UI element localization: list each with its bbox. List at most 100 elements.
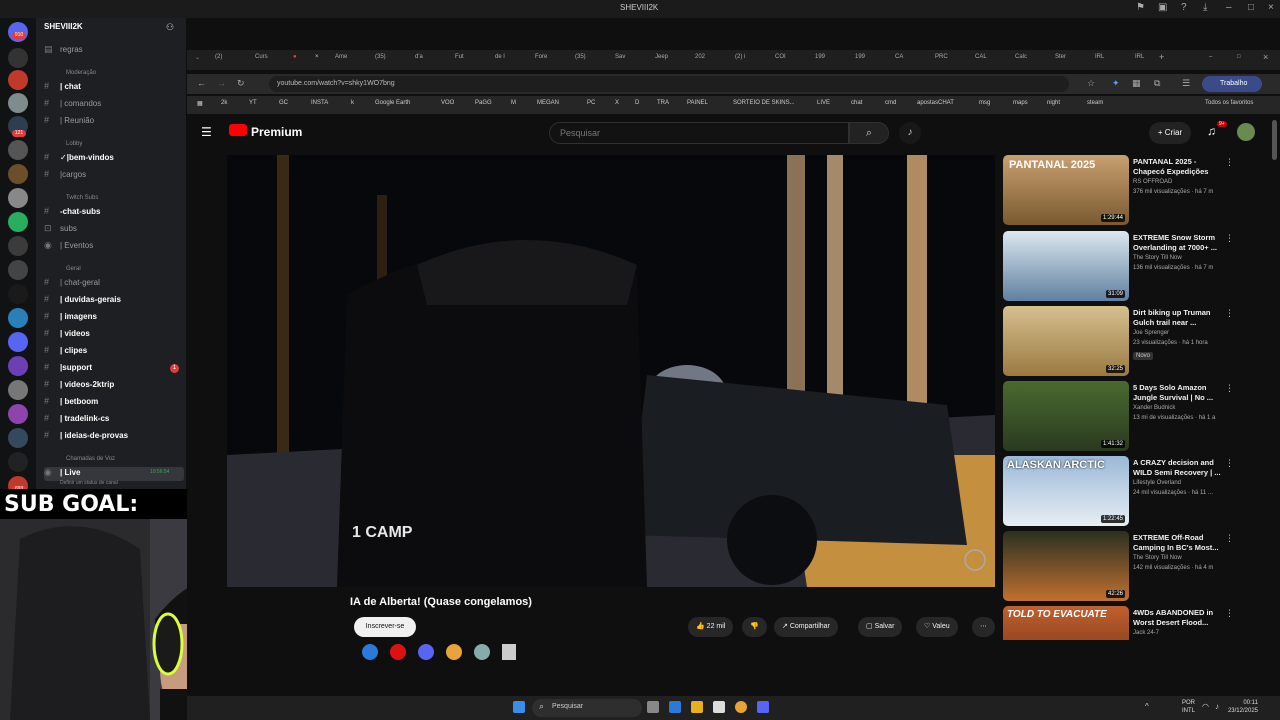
channel-duvidas-gerais[interactable]: # | duvidas-gerais bbox=[44, 294, 184, 308]
minimize-icon[interactable]: – bbox=[1209, 54, 1212, 66]
more-vert-icon[interactable]: ⋮ bbox=[1225, 157, 1234, 168]
bookmark[interactable]: 2k bbox=[221, 100, 227, 106]
share-button[interactable]: ↗ Compartilhar bbox=[774, 617, 838, 637]
thumbnail[interactable]: TOLD TO EVACUATE bbox=[1003, 606, 1129, 640]
bookmark[interactable]: LIVE bbox=[817, 100, 830, 106]
tab[interactable]: Fore bbox=[535, 54, 547, 66]
tab-close-icon[interactable]: × bbox=[315, 54, 319, 66]
thumbnail[interactable]: PANTANAL 2025 1:29:44 bbox=[1003, 155, 1129, 225]
bookmark[interactable]: INSTA bbox=[311, 100, 328, 106]
channel-subs[interactable]: ⊡ subs bbox=[44, 223, 184, 237]
bookmark[interactable]: TRA bbox=[657, 100, 669, 106]
tab[interactable]: 199 bbox=[855, 54, 865, 66]
channel-cargos[interactable]: # |cargos bbox=[44, 169, 184, 183]
server-icon[interactable] bbox=[8, 452, 28, 472]
server-icon[interactable] bbox=[8, 188, 28, 208]
tab[interactable]: Jeep bbox=[655, 54, 668, 66]
rec-title[interactable]: PANTANAL 2025 - Chapecó Expedições bbox=[1133, 157, 1229, 177]
more-vert-icon[interactable]: ⋮ bbox=[1225, 233, 1234, 244]
dislike-button[interactable]: 👎 bbox=[742, 617, 767, 637]
server-icon[interactable] bbox=[8, 70, 28, 90]
menu-icon[interactable]: ☰ bbox=[1182, 78, 1190, 89]
tab[interactable]: Sav bbox=[615, 54, 625, 66]
recommendation-item[interactable]: 31:09 EXTREME Snow Storm Overlanding at … bbox=[1003, 231, 1273, 303]
url-field[interactable]: youtube.com/watch?v=shky1WO7bng bbox=[269, 76, 1069, 92]
server-icon[interactable] bbox=[8, 380, 28, 400]
maximize-icon[interactable]: □ bbox=[1237, 54, 1241, 66]
tab[interactable]: (35) bbox=[375, 54, 386, 66]
channel-chat-geral[interactable]: # | chat-geral bbox=[44, 277, 184, 291]
tab[interactable]: IRL bbox=[1095, 54, 1104, 66]
rec-title[interactable]: 5 Days Solo Amazon Jungle Survival | No … bbox=[1133, 383, 1229, 403]
server-icon[interactable] bbox=[8, 164, 28, 184]
category-geral[interactable]: Geral bbox=[66, 266, 81, 272]
bookmark[interactable]: msg bbox=[979, 100, 990, 106]
more-vert-icon[interactable]: ⋮ bbox=[1225, 608, 1234, 619]
app-icon[interactable] bbox=[446, 644, 462, 660]
bookmark[interactable]: VOO bbox=[441, 100, 454, 106]
bookmark[interactable]: maps bbox=[1013, 100, 1028, 106]
bookmark[interactable]: M bbox=[511, 100, 516, 106]
server-icon[interactable] bbox=[8, 93, 28, 113]
bookmark[interactable]: YT bbox=[249, 100, 257, 106]
forward-icon[interactable]: → bbox=[217, 78, 226, 88]
extension-icon[interactable]: ▦ bbox=[1132, 78, 1141, 89]
scrollbar[interactable] bbox=[1272, 120, 1277, 160]
help-icon[interactable]: ? bbox=[1181, 2, 1187, 13]
bookmark[interactable]: chat bbox=[851, 100, 862, 106]
server-icon[interactable] bbox=[8, 284, 28, 304]
recommendation-item[interactable]: 32:25 Dirt biking up Truman Gulch trail … bbox=[1003, 306, 1273, 378]
close-icon[interactable]: × bbox=[1263, 52, 1268, 64]
bookmark[interactable]: k bbox=[351, 100, 354, 106]
tab[interactable]: 202 bbox=[695, 54, 705, 66]
tab[interactable]: 199 bbox=[815, 54, 825, 66]
channel-reuniao[interactable]: # | Reunião bbox=[44, 115, 184, 129]
channel-comandos[interactable]: # | comandos bbox=[44, 98, 184, 112]
channel-live[interactable]: ◉ | Live 10:56:54 bbox=[44, 467, 184, 481]
tab[interactable]: (2) bbox=[215, 54, 222, 66]
tab-active[interactable]: ● bbox=[293, 54, 297, 66]
new-tab-icon[interactable]: + bbox=[1159, 52, 1164, 64]
server-icon[interactable] bbox=[8, 236, 28, 256]
more-vert-icon[interactable]: ⋮ bbox=[1225, 458, 1234, 469]
bookmark[interactable]: apostasCHAT bbox=[917, 100, 954, 106]
profile-button[interactable]: Trabalho bbox=[1202, 76, 1262, 92]
rec-title[interactable]: EXTREME Snow Storm Overlanding at 7000+ … bbox=[1133, 233, 1229, 253]
bookmark[interactable]: night bbox=[1047, 100, 1060, 106]
recommendation-item[interactable]: 42:26 EXTREME Off-Road Camping In BC's M… bbox=[1003, 531, 1273, 603]
rec-channel[interactable]: Joe Sprenger bbox=[1133, 330, 1169, 336]
rec-channel[interactable]: The Story Till Now bbox=[1133, 255, 1182, 261]
app-icon[interactable] bbox=[362, 644, 378, 660]
inbox-icon[interactable]: ▣ bbox=[1158, 2, 1167, 13]
rec-title[interactable]: A CRAZY decision and WILD Semi Recovery … bbox=[1133, 458, 1229, 478]
volume-icon[interactable]: ♪ bbox=[1215, 702, 1219, 711]
live-status[interactable]: Definir um status de canal bbox=[60, 480, 118, 486]
create-button[interactable]: + Criar bbox=[1149, 122, 1191, 144]
tab[interactable]: CA bbox=[895, 54, 903, 66]
recommendation-item[interactable]: PANTANAL 2025 1:29:44 PANTANAL 2025 - Ch… bbox=[1003, 155, 1273, 227]
channel-imagens[interactable]: # | imagens bbox=[44, 311, 184, 325]
recommendation-item[interactable]: TOLD TO EVACUATE 4WDs ABANDONED in Worst… bbox=[1003, 606, 1273, 640]
thumbnail[interactable]: 32:25 bbox=[1003, 306, 1129, 376]
thumbnail[interactable]: 42:26 bbox=[1003, 531, 1129, 601]
more-vert-icon[interactable]: ⋮ bbox=[1225, 308, 1234, 319]
bookmark[interactable]: PaGG bbox=[475, 100, 492, 106]
tab-list-icon[interactable]: ⌄ bbox=[195, 54, 200, 66]
app-icon[interactable] bbox=[474, 644, 490, 660]
mic-icon[interactable]: ♪ bbox=[899, 122, 921, 144]
save-button[interactable]: ▢ Salvar bbox=[858, 617, 903, 637]
rec-channel[interactable]: The Story Till Now bbox=[1133, 555, 1182, 561]
clock[interactable]: 00:11 23/12/2025 bbox=[1228, 699, 1258, 715]
recommendation-item[interactable]: ALASKAN ARCTIC 1:22:45 A CRAZY decision … bbox=[1003, 456, 1273, 528]
rec-title[interactable]: Dirt biking up Truman Gulch trail near .… bbox=[1133, 308, 1229, 328]
menu-icon[interactable]: ☰ bbox=[201, 125, 212, 139]
calculator-icon[interactable] bbox=[502, 644, 516, 660]
copilot-icon[interactable] bbox=[669, 701, 681, 713]
bookmark-star-icon[interactable]: ☆ bbox=[1087, 78, 1095, 89]
bookmark[interactable]: Google Earth bbox=[375, 100, 410, 106]
server-icon[interactable] bbox=[8, 428, 28, 448]
tab[interactable]: CAL bbox=[975, 54, 987, 66]
channel-betboom[interactable]: # | betboom bbox=[44, 396, 184, 410]
avatar[interactable] bbox=[1237, 123, 1255, 141]
app-icon[interactable] bbox=[418, 644, 434, 660]
